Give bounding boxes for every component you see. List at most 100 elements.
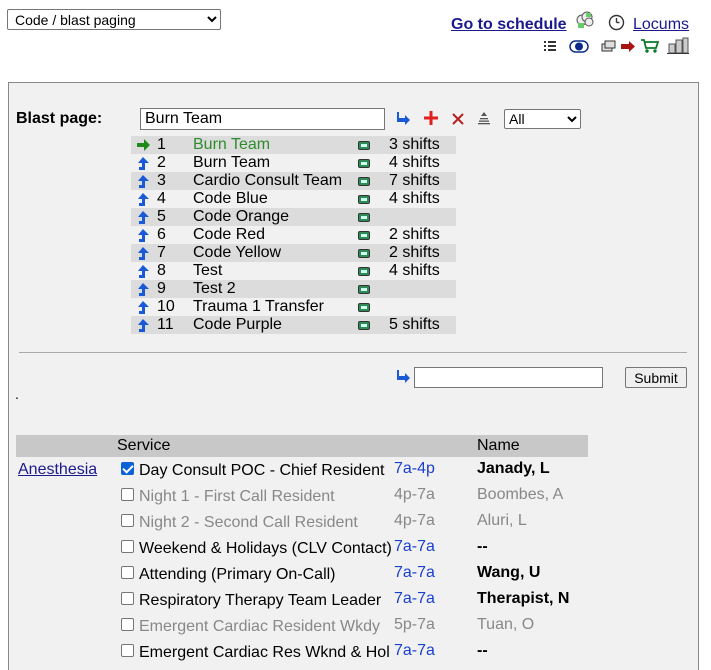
locums-link[interactable]: Locums	[633, 16, 689, 34]
team-name[interactable]: Code Orange	[193, 208, 289, 226]
list-item[interactable]: 3 Cardio Consult Team 7 shifts	[131, 172, 456, 190]
team-name[interactable]: Burn Team	[193, 154, 270, 172]
pager-icon[interactable]	[358, 321, 370, 330]
team-name[interactable]: Code Blue	[193, 190, 268, 208]
shift-time: 7a-7a	[394, 590, 435, 607]
assignee-name: Wang, U	[477, 564, 541, 581]
row-number: 10	[157, 298, 175, 315]
team-name[interactable]: Test 2	[193, 280, 236, 298]
clock-icon[interactable]	[608, 14, 625, 31]
pager-icon[interactable]	[358, 159, 370, 168]
list-item[interactable]: 6 Code Red 2 shifts	[131, 226, 456, 244]
service-column-header: Service	[117, 437, 171, 454]
divider	[19, 352, 687, 353]
message-input[interactable]	[414, 367, 603, 388]
shift-count: 4 shifts	[389, 262, 440, 279]
team-name[interactable]: Burn Team	[193, 136, 270, 154]
team-name[interactable]: Test	[193, 262, 222, 280]
list-item[interactable]: 8 Test 4 shifts	[131, 262, 456, 280]
list-item[interactable]: 4 Code Blue 4 shifts	[131, 190, 456, 208]
building-icon[interactable]	[667, 37, 689, 54]
submit-button[interactable]: Submit	[625, 367, 687, 388]
blast-page-label: Blast page:	[16, 110, 103, 127]
service-checkbox[interactable]	[121, 514, 134, 527]
list-item[interactable]: 2 Burn Team 4 shifts	[131, 154, 456, 172]
cart-icon[interactable]	[640, 38, 660, 54]
list-icon[interactable]	[543, 40, 557, 53]
sort-icon[interactable]	[477, 111, 491, 125]
shift-time: 7a-7a	[394, 642, 435, 659]
name-column-header: Name	[477, 437, 520, 454]
list-item[interactable]: 1 Burn Team 3 shifts	[131, 136, 456, 154]
service-checkbox[interactable]	[121, 644, 134, 657]
service-checkbox[interactable]	[121, 488, 134, 501]
shift-time: 4p-7a	[394, 512, 435, 529]
shift-count: 4 shifts	[389, 190, 440, 207]
service-checkbox[interactable]	[121, 566, 134, 579]
shift-time: 5p-7a	[394, 616, 435, 633]
service-label: Night 1 - First Call Resident	[139, 488, 335, 505]
service-label: Day Consult POC - Chief Resident	[139, 462, 385, 479]
row-number: 7	[157, 244, 166, 261]
department-link[interactable]: Anesthesia	[18, 461, 97, 479]
service-label: Night 2 - Second Call Resident	[139, 514, 358, 531]
assignee-name: Aluri, L	[477, 512, 527, 529]
cloud-icon[interactable]	[574, 10, 596, 30]
shift-count: 4 shifts	[389, 154, 440, 171]
pager-icon[interactable]	[358, 195, 370, 204]
service-checkbox[interactable]	[121, 462, 134, 475]
pager-icon[interactable]	[358, 177, 370, 186]
pager-icon[interactable]	[358, 267, 370, 276]
service-checkbox[interactable]	[121, 540, 134, 553]
shift-count: 7 shifts	[389, 172, 440, 189]
shift-count: 5 shifts	[389, 316, 440, 333]
list-item[interactable]: 10 Trauma 1 Transfer	[131, 298, 456, 316]
service-label: Emergent Cardiac Resident Wkdy	[139, 618, 380, 635]
row-number: 5	[157, 208, 166, 225]
mode-select[interactable]: Code / blast paging	[7, 9, 221, 30]
team-name[interactable]: Trauma 1 Transfer	[193, 298, 324, 316]
list-item[interactable]: 11 Code Purple 5 shifts	[131, 316, 456, 334]
shift-time: 4p-7a	[394, 486, 435, 503]
list-item[interactable]: 9 Test 2	[131, 280, 456, 298]
stack-arrow-icon[interactable]	[601, 39, 637, 54]
pager-icon[interactable]	[358, 303, 370, 312]
row-number: 3	[157, 172, 166, 189]
pager-icon[interactable]	[358, 285, 370, 294]
list-item[interactable]: 7 Code Yellow 2 shifts	[131, 244, 456, 262]
service-label: Weekend & Holidays (CLV Contact)	[139, 540, 392, 557]
assignee-name: --	[477, 642, 488, 659]
delete-icon[interactable]	[452, 112, 464, 125]
down-arrow-icon[interactable]	[397, 111, 411, 126]
list-item[interactable]: 5 Code Orange	[131, 208, 456, 226]
pager-icon[interactable]	[358, 213, 370, 222]
assignee-name: Therapist, N	[477, 590, 570, 607]
pager-icon[interactable]	[358, 231, 370, 240]
service-label: Attending (Primary On-Call)	[139, 566, 336, 583]
shift-time: 7a-4p	[394, 460, 435, 477]
team-name[interactable]: Cardio Consult Team	[193, 172, 342, 190]
assignee-name: Janady, L	[477, 460, 550, 477]
row-number: 6	[157, 226, 166, 243]
row-number: 8	[157, 262, 166, 279]
pager-icon[interactable]	[358, 141, 370, 150]
down-arrow-icon[interactable]	[397, 369, 411, 384]
service-label: Emergent Cardiac Res Wknd & Hol	[139, 644, 390, 661]
row-number: 11	[157, 316, 174, 333]
pager-icon[interactable]	[358, 249, 370, 258]
go-to-schedule-link[interactable]: Go to schedule	[451, 16, 567, 34]
shift-count: 2 shifts	[389, 226, 440, 243]
team-name[interactable]: Code Red	[193, 226, 265, 244]
add-icon[interactable]	[424, 111, 438, 125]
service-checkbox[interactable]	[121, 618, 134, 631]
service-checkbox[interactable]	[121, 592, 134, 605]
row-number: 1	[157, 136, 166, 153]
toggle-icon[interactable]	[569, 39, 589, 54]
up-arrow-icon[interactable]	[136, 318, 152, 336]
team-name[interactable]: Code Purple	[193, 316, 282, 334]
row-number: 2	[157, 154, 166, 171]
shift-count: 2 shifts	[389, 244, 440, 261]
blast-page-input[interactable]	[140, 108, 385, 130]
team-name[interactable]: Code Yellow	[193, 244, 281, 262]
filter-select[interactable]: All	[504, 109, 581, 129]
